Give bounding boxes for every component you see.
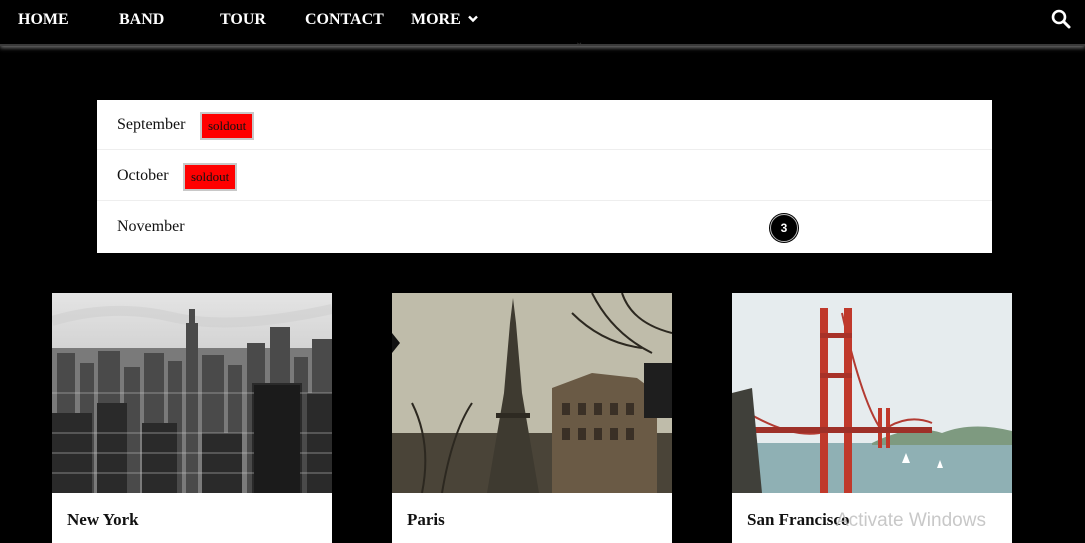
card-title: Paris bbox=[407, 510, 445, 529]
nav-home[interactable]: HOME bbox=[18, 0, 69, 40]
nav-band[interactable]: BAND bbox=[119, 0, 164, 40]
card-title: New York bbox=[67, 510, 139, 529]
month-label: November bbox=[117, 218, 185, 235]
top-navbar: HOME BAND TOUR CONTACT MORE bbox=[0, 0, 1085, 46]
list-item-october: October soldout bbox=[97, 151, 992, 201]
city-card-paris[interactable]: Paris bbox=[392, 293, 672, 543]
soldout-badge: soldout bbox=[183, 163, 238, 191]
nav-more-label: MORE bbox=[411, 11, 461, 28]
soldout-badge: soldout bbox=[200, 112, 255, 140]
faint-divider-glyph: ⌄ bbox=[575, 37, 584, 48]
chevron-down-icon bbox=[467, 15, 478, 23]
search-icon[interactable] bbox=[1050, 8, 1072, 30]
month-label: October bbox=[117, 167, 169, 184]
city-card-new-york[interactable]: New York bbox=[52, 293, 332, 543]
list-item-september: September soldout bbox=[97, 100, 992, 150]
ticket-count-badge: 3 bbox=[770, 214, 798, 242]
card-title: San Francisco bbox=[747, 510, 850, 529]
city-card-san-francisco[interactable]: San Francisco bbox=[732, 293, 1012, 543]
nav-contact[interactable]: CONTACT bbox=[305, 0, 384, 40]
paris-eiffel-tower-photo bbox=[392, 293, 672, 493]
new-york-skyline-photo bbox=[52, 293, 332, 493]
activate-windows-watermark: Activate Windows bbox=[836, 510, 986, 531]
month-label: September bbox=[117, 116, 186, 133]
nav-more-dropdown[interactable]: MORE bbox=[411, 0, 478, 40]
golden-gate-bridge-photo bbox=[732, 293, 1012, 493]
list-item-november: November 3 bbox=[97, 202, 992, 252]
tour-dates-list: September soldout October soldout Novemb… bbox=[97, 100, 992, 253]
nav-tour[interactable]: TOUR bbox=[220, 0, 266, 40]
